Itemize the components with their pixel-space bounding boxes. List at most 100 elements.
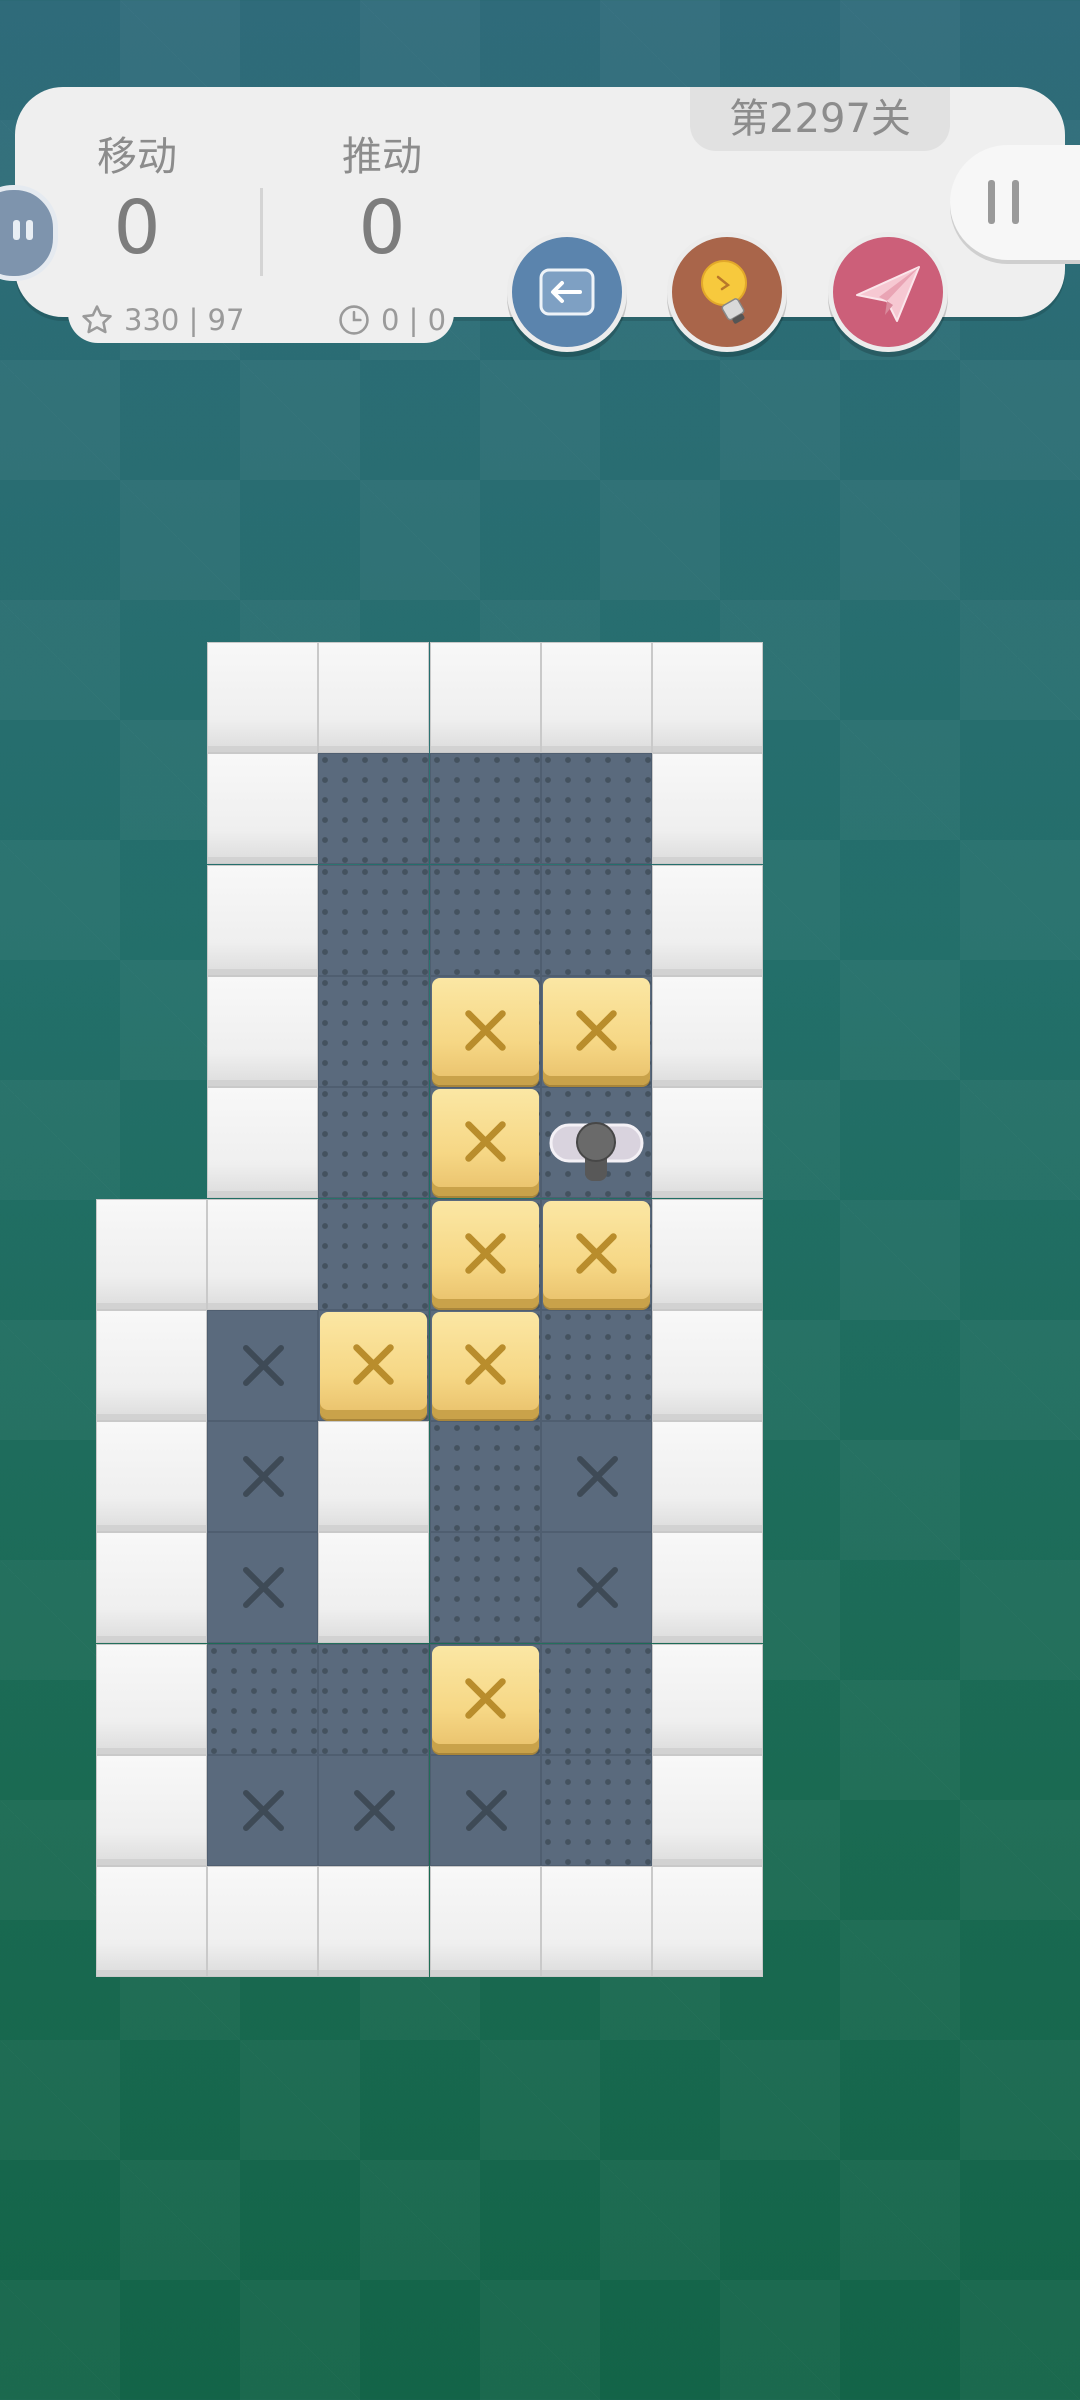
player-character[interactable] xyxy=(541,1087,652,1198)
crate-box[interactable] xyxy=(320,1311,428,1419)
wall-tile xyxy=(95,1643,207,1755)
wall-tile xyxy=(318,1421,430,1533)
crate-x-icon xyxy=(576,1010,617,1051)
floor-tile xyxy=(429,753,541,865)
floor-tile xyxy=(318,1643,430,1755)
goal-tile xyxy=(318,1755,430,1866)
pause-icon xyxy=(988,180,995,224)
floor-tile xyxy=(429,1532,541,1644)
floor-tile xyxy=(429,1421,541,1533)
wall-tile xyxy=(652,975,764,1087)
wall-tile xyxy=(652,1309,764,1421)
hint-button[interactable] xyxy=(667,232,787,352)
wall-tile xyxy=(652,1532,764,1644)
wall-tile xyxy=(652,1087,764,1199)
undo-button[interactable] xyxy=(507,232,627,352)
wall-tile xyxy=(318,642,430,753)
floor-tile xyxy=(429,864,541,976)
wall-tile xyxy=(540,1866,652,1978)
goal-x-icon xyxy=(576,1456,618,1498)
crate-x-icon xyxy=(464,1344,506,1385)
pushes-value: 0 xyxy=(358,185,406,271)
wall-tile xyxy=(318,1866,430,1978)
wall-tile xyxy=(429,1866,541,1978)
wall-tile xyxy=(207,975,318,1087)
wall-tile xyxy=(652,1866,764,1978)
wall-tile xyxy=(207,642,318,753)
crate-box[interactable] xyxy=(431,1645,539,1753)
crate-x-icon xyxy=(464,1010,506,1051)
wall-tile xyxy=(95,1198,207,1310)
pause-button[interactable] xyxy=(950,145,1080,260)
crate-x-icon xyxy=(464,1677,506,1719)
wall-tile xyxy=(95,1532,207,1644)
crate-x-icon xyxy=(576,1232,617,1274)
moves-label: 移动 xyxy=(97,134,177,180)
floor-tile xyxy=(540,1309,652,1421)
goal-tile xyxy=(429,1755,541,1866)
goal-x-icon xyxy=(354,1790,396,1831)
goal-tile xyxy=(207,1421,318,1533)
lightbulb-icon xyxy=(701,260,747,324)
wall-tile xyxy=(652,1755,764,1866)
floor-tile xyxy=(207,1643,318,1755)
wall-tile xyxy=(95,1421,207,1533)
wall-tile xyxy=(652,1421,764,1533)
stars-record: 330 | 97 xyxy=(80,300,244,340)
undo-arrow-icon xyxy=(539,268,595,316)
floor-tile xyxy=(540,1643,652,1755)
wall-tile xyxy=(652,753,764,865)
floor-tile xyxy=(318,753,430,865)
wall-tile xyxy=(652,1643,764,1755)
crate-x-icon xyxy=(464,1232,506,1274)
crate-box[interactable] xyxy=(542,977,650,1085)
floor-tile xyxy=(318,1087,430,1199)
share-button[interactable] xyxy=(828,232,948,352)
goal-tile xyxy=(207,1309,318,1421)
paper-plane-icon xyxy=(856,266,920,322)
floor-tile xyxy=(318,975,430,1087)
crate-box[interactable] xyxy=(431,1311,539,1419)
wall-tile xyxy=(207,1198,318,1310)
stats-divider xyxy=(260,188,263,276)
floor-tile xyxy=(540,864,652,976)
crate-box[interactable] xyxy=(431,977,539,1085)
wall-tile xyxy=(652,1198,764,1310)
crate-x-icon xyxy=(353,1344,395,1385)
goal-tile xyxy=(207,1532,318,1644)
goal-tile xyxy=(207,1755,318,1866)
wall-tile xyxy=(652,642,764,753)
level-title: 第2297关 xyxy=(690,87,950,151)
wall-tile xyxy=(318,1532,430,1644)
floor-tile xyxy=(540,1755,652,1866)
floor-tile xyxy=(318,1198,430,1310)
crate-box[interactable] xyxy=(431,1089,539,1197)
floor-tile xyxy=(318,864,430,976)
goal-x-icon xyxy=(576,1567,618,1609)
wall-tile xyxy=(95,1755,207,1866)
wall-tile xyxy=(540,642,652,753)
goal-x-icon xyxy=(465,1790,507,1831)
stars-text: 330 | 97 xyxy=(124,303,245,337)
wall-tile xyxy=(207,1087,318,1199)
moves-value: 0 xyxy=(113,185,161,271)
time-text: 0 | 0 xyxy=(381,303,447,337)
wall-tile xyxy=(95,1866,207,1978)
floor-tile xyxy=(540,753,652,865)
crate-box[interactable] xyxy=(431,1200,539,1308)
goal-x-icon xyxy=(243,1567,284,1609)
wall-tile xyxy=(652,864,764,976)
goal-x-icon xyxy=(243,1344,284,1386)
wall-tile xyxy=(207,753,318,865)
time-record: 0 | 0 xyxy=(337,300,446,340)
wall-tile xyxy=(429,642,541,753)
star-icon xyxy=(82,305,112,334)
clock-icon xyxy=(339,305,369,335)
goal-tile xyxy=(540,1421,652,1533)
goal-tile xyxy=(540,1532,652,1644)
crate-x-icon xyxy=(464,1121,506,1162)
wall-tile xyxy=(207,864,318,976)
crate-box[interactable] xyxy=(542,1200,650,1308)
wall-tile xyxy=(207,1866,318,1978)
goal-x-icon xyxy=(243,1456,284,1498)
